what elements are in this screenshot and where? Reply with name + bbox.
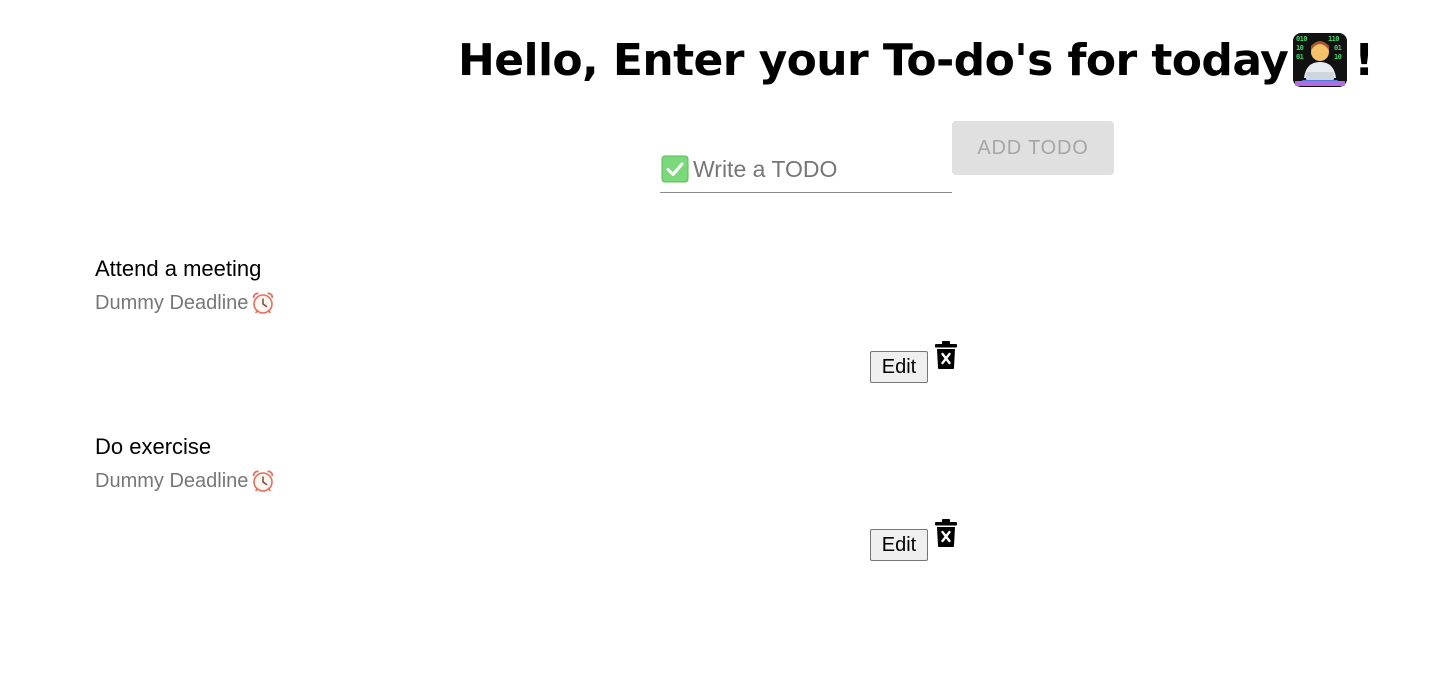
edit-button[interactable]: Edit (870, 529, 928, 561)
todo-title: Do exercise (95, 434, 212, 459)
svg-text:10: 10 (1296, 44, 1304, 52)
alarm-clock-icon (252, 470, 274, 492)
technologist-emoji-icon: 010 110 10 01 01 10 (1292, 32, 1348, 88)
todo-deadline: Dummy Deadline (95, 290, 276, 316)
alarm-clock-icon (252, 292, 274, 314)
svg-text:01: 01 (1296, 53, 1304, 61)
svg-text:010: 010 (1296, 35, 1307, 43)
todo-input[interactable] (693, 155, 943, 183)
page-title-text: Hello, Enter your To-do's for today (458, 34, 1289, 86)
todo-title: Attend a meeting (95, 256, 262, 281)
svg-text:10: 10 (1334, 53, 1342, 61)
page-title-exclamation: ! (1354, 34, 1374, 86)
todo-deadline-text: Dummy Deadline (95, 291, 249, 314)
todo-deadline-text: Dummy Deadline (95, 469, 249, 492)
todo-deadline: Dummy Deadline (95, 468, 276, 494)
page-title: Hello, Enter your To-do's for today 010 … (458, 28, 1374, 92)
trash-icon[interactable] (933, 518, 959, 548)
todo-item: Do exercise Dummy Deadline Edit (95, 434, 995, 584)
trash-icon[interactable] (933, 340, 959, 370)
add-todo-button[interactable]: ADD TODO (952, 121, 1114, 175)
svg-text:110: 110 (1328, 35, 1339, 43)
todo-item: Attend a meeting Dummy Deadline Edit (95, 256, 995, 406)
check-mark-icon (661, 155, 689, 183)
svg-text:01: 01 (1334, 44, 1342, 52)
edit-button[interactable]: Edit (870, 351, 928, 383)
todo-input-field[interactable] (660, 146, 952, 193)
